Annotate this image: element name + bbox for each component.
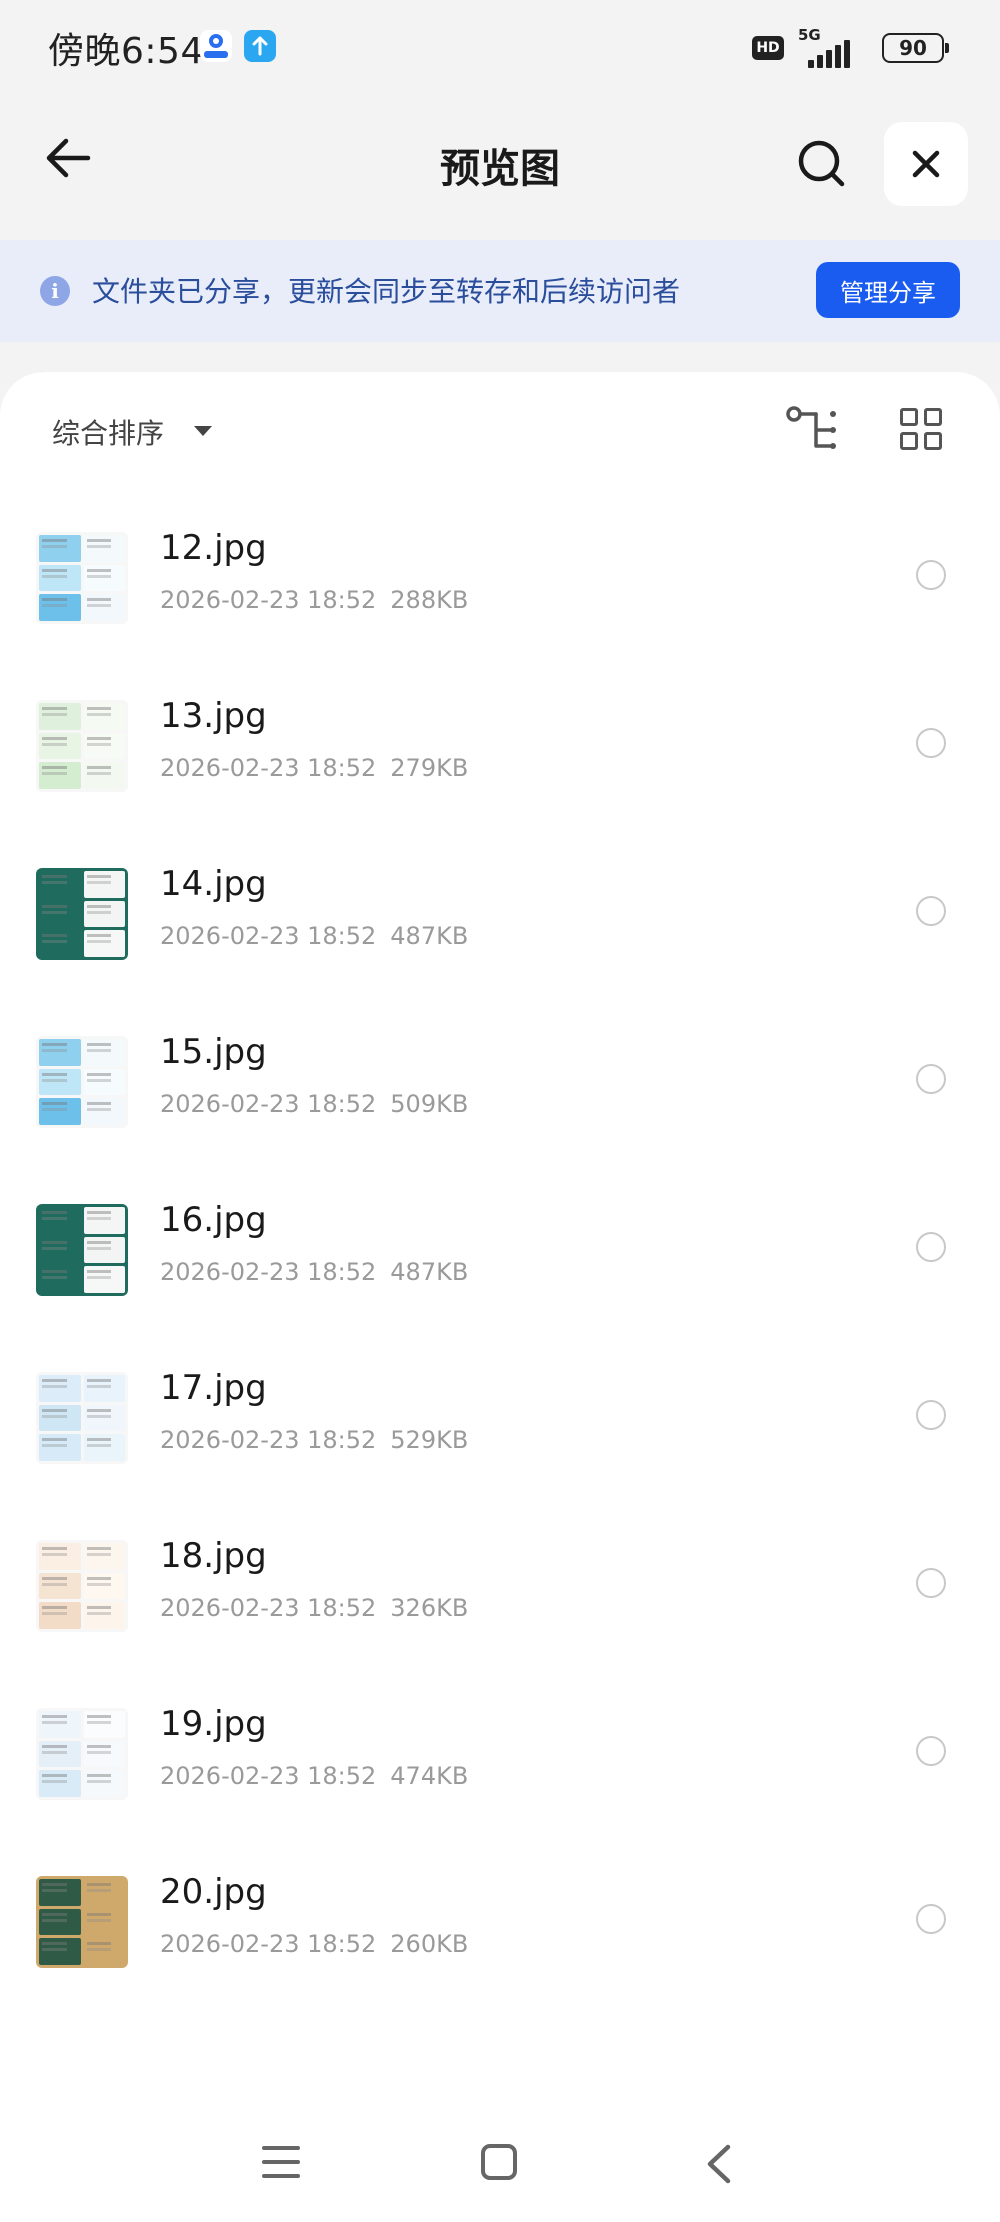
file-name: 14.jpg (160, 864, 267, 904)
search-icon (798, 140, 845, 187)
file-list-card: 11.jpg2026-02-23 18:52313KB12.jpg2026-02… (0, 372, 1000, 2152)
back-chevron-icon[interactable] (700, 2142, 740, 2186)
file-date: 2026-02-23 18:52 (160, 1594, 377, 1622)
list-toolbar: 综合排序 (0, 372, 1000, 482)
file-size: 487KB (390, 922, 469, 950)
select-radio[interactable] (916, 1064, 946, 1094)
battery-level: 90 (899, 36, 927, 60)
baidu-cloud-app-icon (200, 30, 232, 62)
share-notice-text: 文件夹已分享，更新会同步至转存和后续访问者 (92, 275, 681, 308)
file-meta: 2026-02-23 18:52 487KB (160, 922, 468, 950)
manage-share-button[interactable]: 管理分享 (816, 262, 960, 318)
file-name: 12.jpg (160, 528, 267, 568)
hd-badge: HD (752, 36, 784, 60)
file-date: 2026-02-23 18:52 (160, 1426, 377, 1454)
select-radio[interactable] (916, 1232, 946, 1262)
menu-icon[interactable] (262, 2146, 300, 2178)
file-thumbnail (36, 1876, 128, 1968)
file-size: 529KB (390, 1426, 469, 1454)
file-name: 19.jpg (160, 1704, 267, 1744)
battery-icon: 90 (882, 33, 949, 63)
file-row[interactable]: 16.jpg 2026-02-23 18:52 487KB (0, 1162, 1000, 1330)
file-size: 509KB (390, 1090, 469, 1118)
file-size: 288KB (390, 586, 469, 614)
system-nav-bar (0, 2106, 1000, 2222)
signal-icon: 5G (798, 26, 868, 68)
file-meta: 2026-02-23 18:52 509KB (160, 1090, 468, 1118)
file-row[interactable]: 14.jpg 2026-02-23 18:52 487KB (0, 826, 1000, 994)
file-date: 2026-02-23 18:52 (160, 754, 377, 782)
search-button[interactable] (790, 132, 854, 196)
status-bar: 傍晚6:54 HD 5G 90 (0, 0, 1000, 96)
file-meta: 2026-02-23 18:52 487KB (160, 1258, 468, 1286)
file-size: 326KB (390, 1594, 469, 1622)
tree-view-icon (786, 406, 836, 449)
file-name: 17.jpg (160, 1368, 267, 1408)
sort-dropdown[interactable]: 综合排序 (52, 412, 164, 452)
grid-view-icon[interactable] (900, 408, 942, 450)
file-preview-screen: 傍晚6:54 HD 5G 90 预览图 i 文件夹已分享，更新会同步至转存和后续… (0, 0, 1000, 2222)
select-radio[interactable] (916, 1904, 946, 1934)
file-size: 260KB (390, 1930, 469, 1958)
select-radio[interactable] (916, 560, 946, 590)
file-name: 13.jpg (160, 696, 267, 736)
file-thumbnail (36, 868, 128, 960)
file-date: 2026-02-23 18:52 (160, 586, 377, 614)
file-row[interactable]: 15.jpg 2026-02-23 18:52 509KB (0, 994, 1000, 1162)
file-thumbnail (36, 1204, 128, 1296)
file-name: 15.jpg (160, 1032, 267, 1072)
select-radio[interactable] (916, 1400, 946, 1430)
file-thumbnail (36, 1708, 128, 1800)
home-icon[interactable] (481, 2144, 517, 2180)
file-thumbnail (36, 1540, 128, 1632)
file-row[interactable]: 20.jpg 2026-02-23 18:52 260KB (0, 1834, 1000, 2002)
file-size: 279KB (390, 754, 469, 782)
file-meta: 2026-02-23 18:52 260KB (160, 1930, 468, 1958)
file-date: 2026-02-23 18:52 (160, 1762, 377, 1790)
file-row[interactable]: 18.jpg 2026-02-23 18:52 326KB (0, 1498, 1000, 1666)
upload-app-icon (244, 30, 276, 62)
file-name: 16.jpg (160, 1200, 267, 1240)
info-icon: i (40, 276, 70, 306)
file-thumbnail (36, 1372, 128, 1464)
file-meta: 2026-02-23 18:52 474KB (160, 1762, 468, 1790)
file-row[interactable]: 19.jpg 2026-02-23 18:52 474KB (0, 1666, 1000, 1834)
status-indicators: HD 5G 90 (752, 26, 949, 68)
file-thumbnail (36, 700, 128, 792)
select-radio[interactable] (916, 728, 946, 758)
file-meta: 2026-02-23 18:52 529KB (160, 1426, 468, 1454)
file-size: 487KB (390, 1258, 469, 1286)
select-radio[interactable] (916, 1568, 946, 1598)
file-date: 2026-02-23 18:52 (160, 922, 377, 950)
share-banner: i 文件夹已分享，更新会同步至转存和后续访问者 管理分享 (0, 240, 1000, 342)
header: 预览图 (0, 96, 1000, 236)
file-thumbnail (36, 1036, 128, 1128)
status-time: 傍晚6:54 (48, 31, 204, 72)
close-icon (912, 150, 940, 178)
file-row[interactable]: 17.jpg 2026-02-23 18:52 529KB (0, 1330, 1000, 1498)
close-button[interactable] (884, 122, 968, 206)
file-meta: 2026-02-23 18:52 279KB (160, 754, 468, 782)
file-date: 2026-02-23 18:52 (160, 1090, 377, 1118)
file-row[interactable]: 13.jpg 2026-02-23 18:52 279KB (0, 658, 1000, 826)
file-date: 2026-02-23 18:52 (160, 1930, 377, 1958)
file-meta: 2026-02-23 18:52 326KB (160, 1594, 468, 1622)
tree-view-button[interactable] (786, 406, 842, 454)
file-thumbnail (36, 532, 128, 624)
file-row[interactable]: 12.jpg 2026-02-23 18:52 288KB (0, 490, 1000, 658)
file-name: 20.jpg (160, 1872, 267, 1912)
select-radio[interactable] (916, 1736, 946, 1766)
file-name: 18.jpg (160, 1536, 267, 1576)
file-date: 2026-02-23 18:52 (160, 1258, 377, 1286)
file-size: 474KB (390, 1762, 469, 1790)
caret-down-icon[interactable] (194, 426, 212, 436)
file-meta: 2026-02-23 18:52 288KB (160, 586, 468, 614)
select-radio[interactable] (916, 896, 946, 926)
